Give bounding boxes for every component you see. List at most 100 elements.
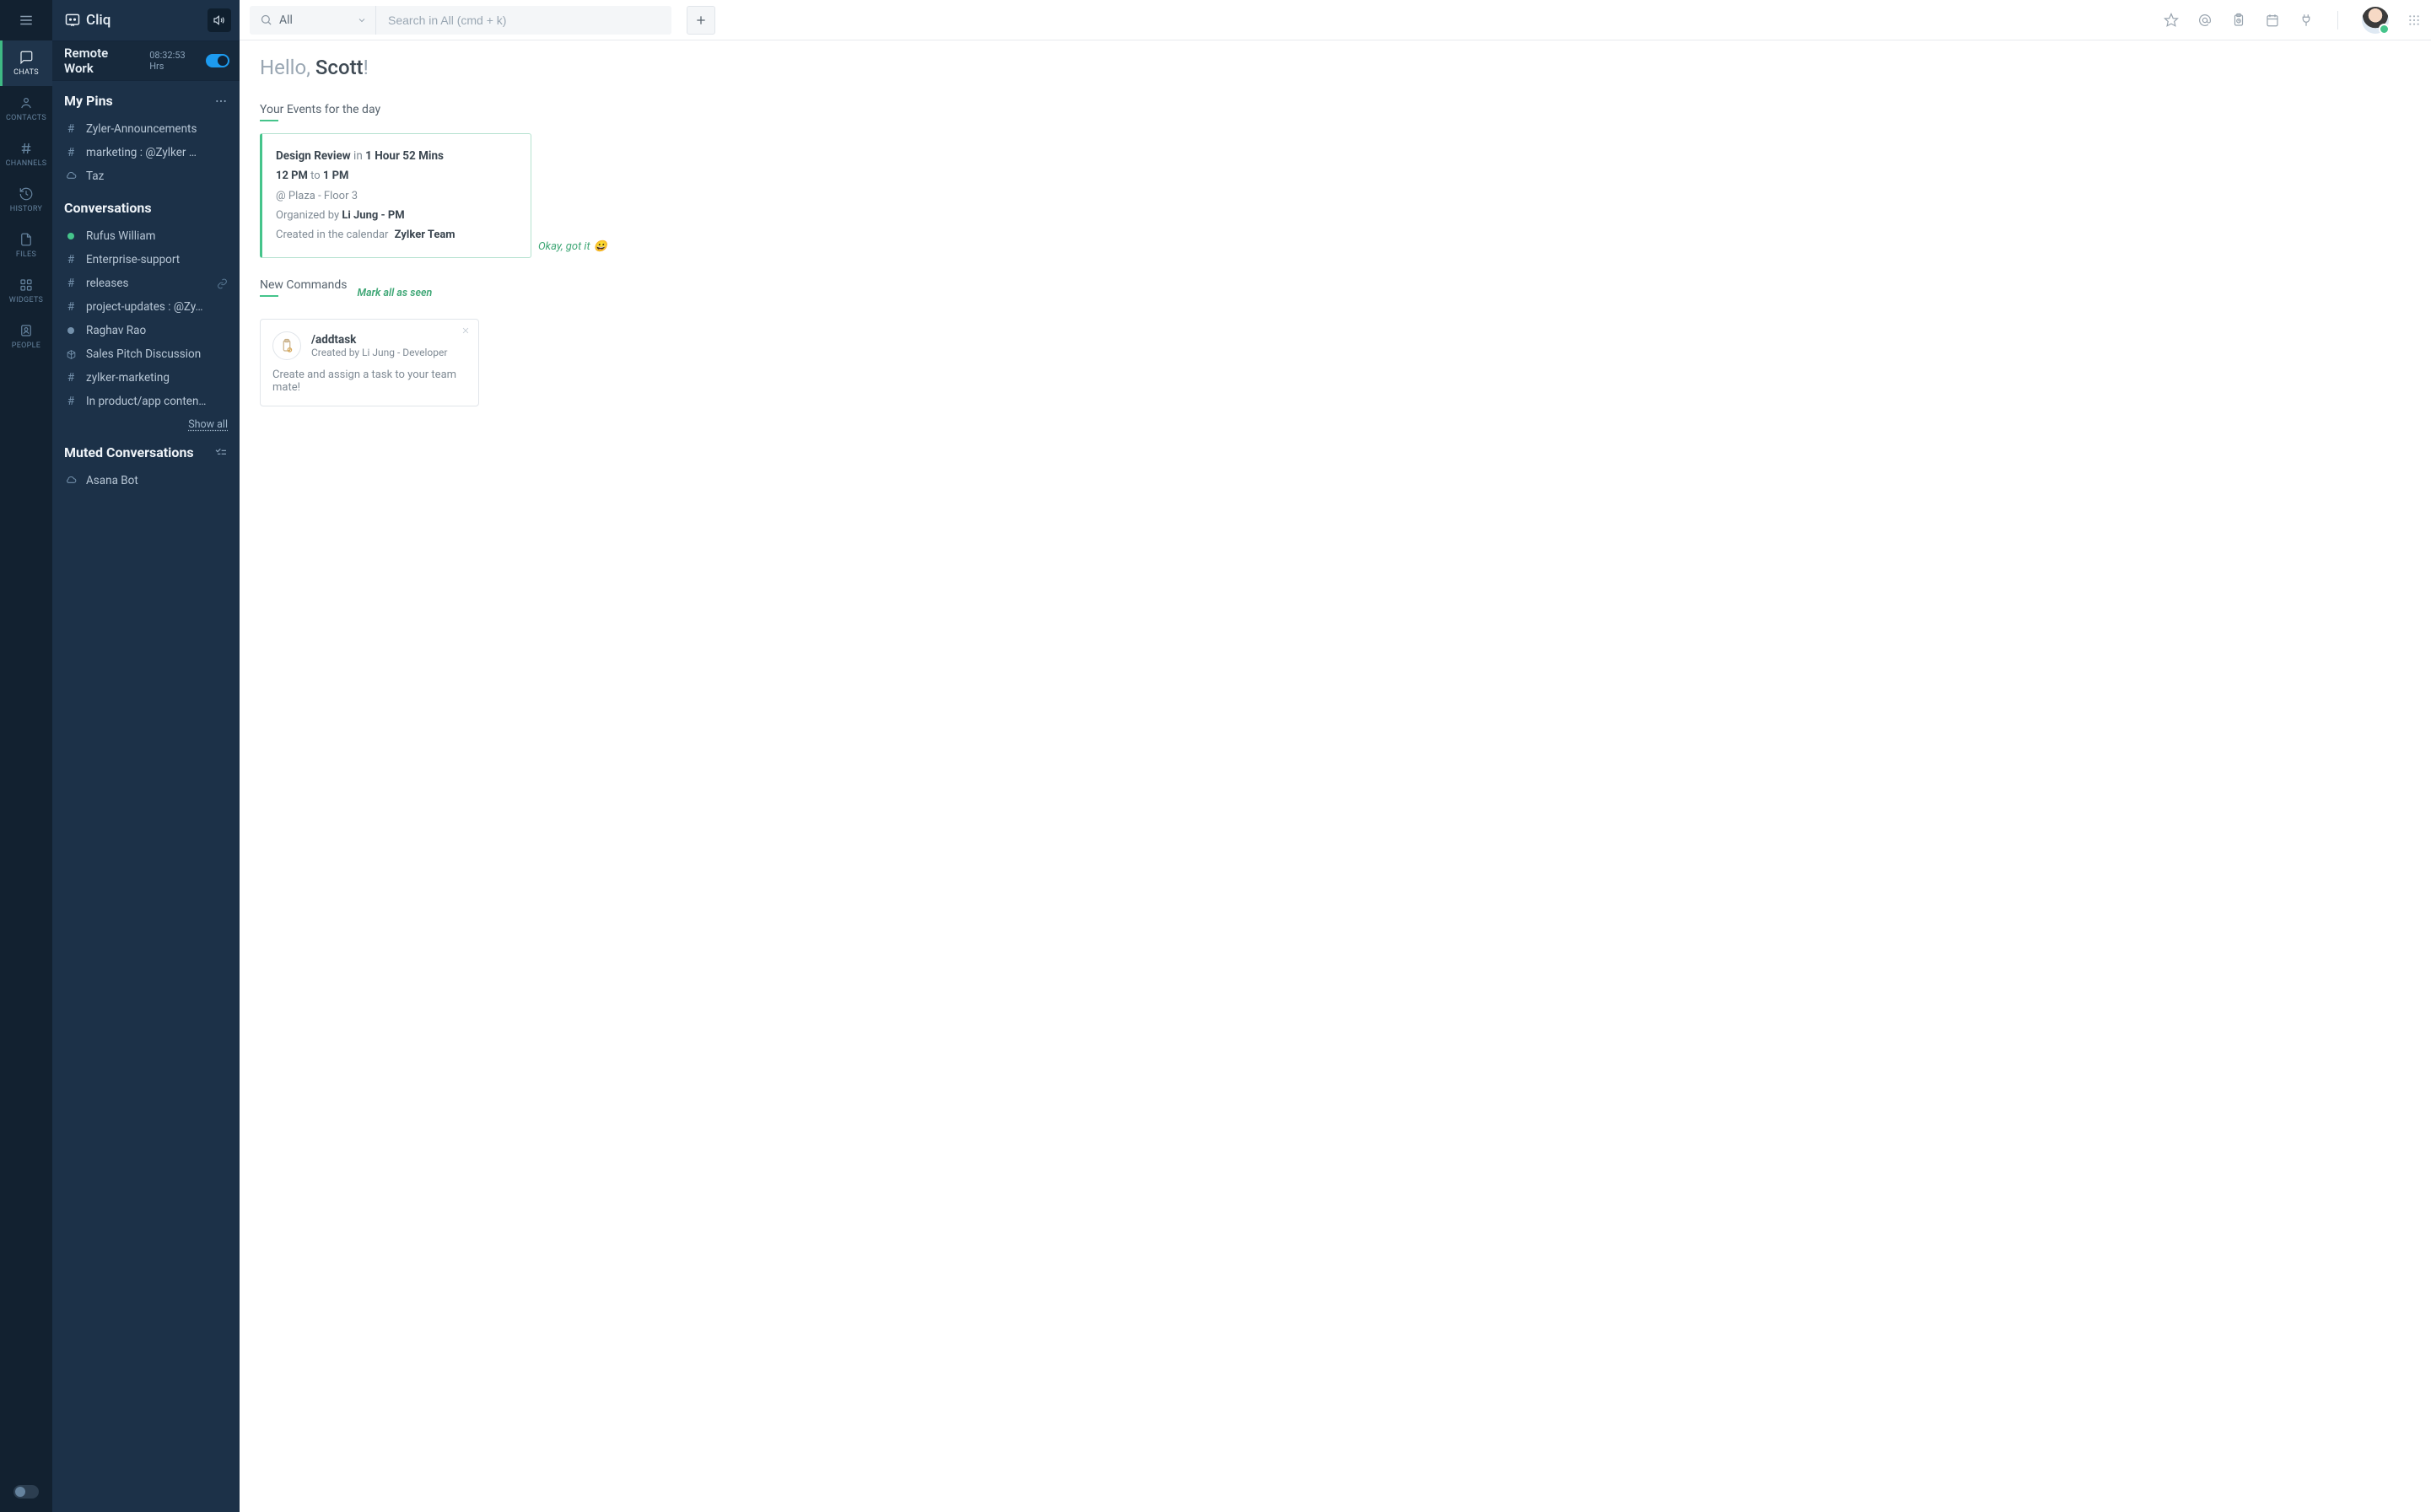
rail-contacts[interactable]: CONTACTS — [0, 86, 52, 132]
section-title: Muted Conversations — [64, 444, 194, 460]
conversation-item[interactable]: # zylker-marketing — [52, 366, 240, 390]
star-button[interactable] — [2164, 13, 2179, 28]
conversation-item[interactable]: # project-updates : @Zy… — [52, 295, 240, 319]
search-icon — [260, 13, 272, 26]
okay-label: Okay, got it — [538, 240, 590, 253]
rail-label: PEOPLE — [12, 342, 40, 350]
calendar-button[interactable] — [2265, 13, 2280, 28]
rail-label: CHATS — [13, 68, 39, 77]
cube-icon — [64, 349, 78, 360]
command-description: Create and assign a task to your team ma… — [272, 369, 466, 394]
sidebar-header: Cliq — [52, 0, 240, 40]
clipboard-clock-icon — [2231, 13, 2246, 28]
apps-launcher[interactable] — [2407, 13, 2421, 27]
section-conversations: Conversations — [52, 188, 240, 224]
grid-icon — [2407, 13, 2421, 27]
rail-chats[interactable]: CHATS — [0, 40, 52, 86]
brand[interactable]: Cliq — [64, 12, 110, 29]
brand-name: Cliq — [86, 12, 110, 29]
rail-files[interactable]: FILES — [0, 223, 52, 268]
show-all-link[interactable]: Show all — [52, 413, 240, 433]
content: Hello, Scott! Your Events for the day De… — [240, 40, 2431, 422]
reminders-button[interactable] — [2231, 13, 2246, 28]
section-muted: Muted Conversations — [52, 433, 240, 469]
search-wrap: All — [250, 6, 671, 35]
conversation-item[interactable]: Sales Pitch Discussion — [52, 342, 240, 366]
new-button[interactable] — [687, 6, 715, 35]
theme-pill-icon — [13, 1485, 39, 1499]
event-in-label: in — [353, 149, 365, 163]
commands-head: New Commands Mark all as seen — [260, 278, 2411, 309]
remote-toggle[interactable] — [206, 54, 229, 67]
plus-icon — [694, 13, 708, 27]
section-pins: My Pins — [52, 81, 240, 117]
mentions-button[interactable] — [2197, 13, 2213, 28]
at-icon — [2197, 13, 2213, 28]
history-icon — [19, 186, 34, 202]
user-avatar[interactable] — [2362, 7, 2389, 34]
pin-item[interactable]: # Zyler-Announcements — [52, 117, 240, 141]
close-button[interactable] — [461, 326, 470, 335]
list-item-label: Zyler-Announcements — [86, 122, 197, 136]
rail-widgets[interactable]: WIDGETS — [0, 268, 52, 314]
topbar-actions — [2164, 7, 2421, 34]
greeting-suffix: ! — [364, 56, 369, 79]
topbar: All — [240, 0, 2431, 40]
conversation-item[interactable]: # In product/app conten… — [52, 390, 240, 413]
rail-label: HISTORY — [10, 205, 43, 213]
hamburger-icon — [19, 13, 34, 28]
list-item-label: Raghav Rao — [86, 324, 146, 337]
rail-people[interactable]: PEOPLE — [0, 314, 52, 359]
event-title: Design Review — [276, 149, 351, 163]
list-item-label: project-updates : @Zy… — [86, 300, 203, 314]
conversation-item[interactable]: Rufus William — [52, 224, 240, 248]
rail-history[interactable]: HISTORY — [0, 177, 52, 223]
search-input[interactable] — [376, 6, 671, 35]
menu-button[interactable] — [0, 0, 52, 40]
muted-item[interactable]: Asana Bot — [52, 469, 240, 492]
hash-icon — [19, 141, 34, 156]
hash-icon: # — [64, 395, 78, 408]
muted-list: Asana Bot — [52, 469, 240, 492]
command-card[interactable]: /addtask Created by Li Jung - Developer … — [260, 319, 479, 406]
search-scope-dropdown[interactable]: All — [250, 6, 376, 35]
chat-icon — [19, 50, 34, 65]
pins-list: # Zyler-Announcements # marketing : @Zyl… — [52, 117, 240, 188]
commands-heading: New Commands — [260, 278, 348, 297]
list-item-label: zylker-marketing — [86, 371, 170, 385]
hash-icon: # — [64, 371, 78, 385]
okay-button[interactable]: Okay, got it 😀 — [538, 240, 607, 258]
events-heading: Your Events for the day — [260, 103, 380, 121]
list-item-label: Sales Pitch Discussion — [86, 347, 201, 361]
pin-item[interactable]: Taz — [52, 164, 240, 188]
pins-menu[interactable] — [214, 94, 228, 108]
rail-channels[interactable]: CHANNELS — [0, 132, 52, 177]
event-start: 12 PM — [276, 169, 308, 182]
integrations-button[interactable] — [2299, 13, 2314, 28]
cloud-icon — [64, 475, 78, 487]
calendar-icon — [2265, 13, 2280, 28]
muted-settings[interactable] — [214, 446, 228, 460]
main: All — [240, 0, 2431, 1512]
conversation-item[interactable]: # Enterprise-support — [52, 248, 240, 272]
theme-toggle[interactable] — [0, 1472, 52, 1512]
smile-icon: 😀 — [594, 240, 607, 253]
mark-all-seen[interactable]: Mark all as seen — [358, 287, 433, 299]
greeting: Hello, Scott! — [260, 56, 2411, 79]
event-to: to — [308, 169, 323, 182]
remote-work-bar: Remote Work 08:32:53 Hrs — [52, 40, 240, 81]
event-cal-label: Created in the calendar — [276, 229, 388, 241]
event-location: @ Plaza - Floor 3 — [276, 186, 517, 206]
pin-item[interactable]: # marketing : @Zylker … — [52, 141, 240, 164]
conversation-item[interactable]: # releases — [52, 272, 240, 295]
hash-icon: # — [64, 300, 78, 314]
conversation-item[interactable]: Raghav Rao — [52, 319, 240, 342]
list-item-label: Enterprise-support — [86, 253, 180, 266]
chevron-down-icon — [357, 15, 367, 25]
event-calendar: Zylker Team — [395, 229, 455, 241]
plug-icon — [2299, 13, 2314, 28]
event-end: 1 PM — [323, 169, 348, 182]
event-card[interactable]: Design Review in 1 Hour 52 Mins 12 PM to… — [260, 133, 531, 258]
divider — [2337, 11, 2338, 30]
announcements-button[interactable] — [208, 8, 231, 32]
